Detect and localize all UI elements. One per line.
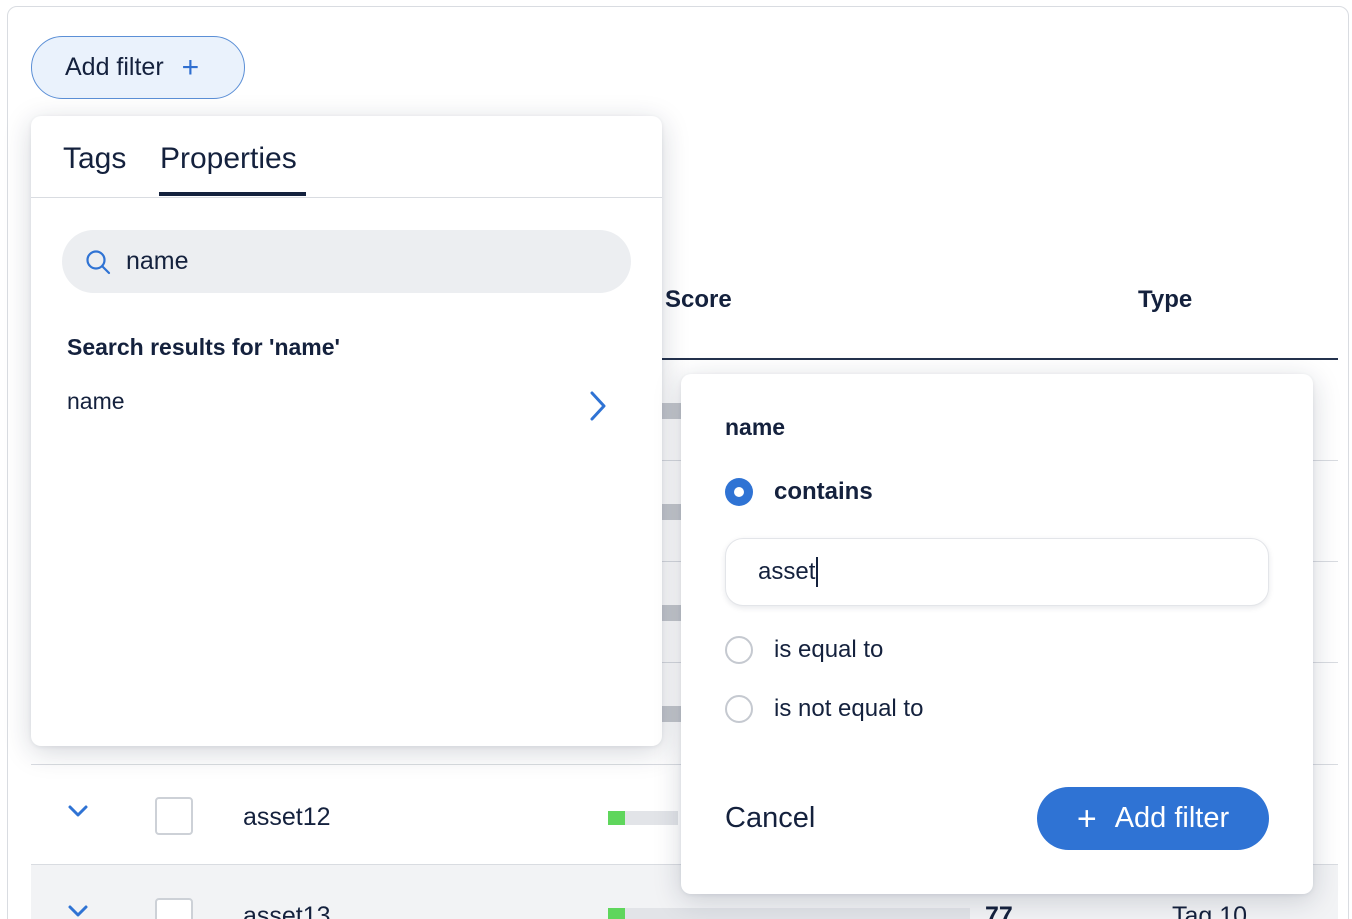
asset-name: asset12 bbox=[243, 803, 331, 831]
search-value: name bbox=[126, 247, 189, 275]
row-checkbox[interactable] bbox=[155, 797, 193, 835]
search-icon bbox=[86, 249, 111, 274]
add-filter-pill-button[interactable]: Add filter + bbox=[31, 36, 245, 99]
chevron-down-icon[interactable] bbox=[67, 800, 89, 822]
add-filter-button[interactable]: + Add filter bbox=[1037, 787, 1269, 850]
filter-value-input[interactable]: asset bbox=[725, 538, 1269, 606]
score-bar bbox=[662, 403, 682, 419]
property-name: name bbox=[725, 414, 786, 440]
active-tab-indicator bbox=[159, 192, 306, 196]
type-value: Tag 10 bbox=[1172, 902, 1248, 919]
option-label: contains bbox=[774, 478, 873, 505]
filter-menu-tabs: Tags Properties bbox=[31, 116, 662, 198]
column-header-score[interactable]: Score bbox=[665, 286, 732, 314]
filter-value-text: asset bbox=[758, 558, 816, 585]
row-checkbox[interactable] bbox=[155, 898, 193, 919]
add-filter-label: Add filter bbox=[65, 53, 164, 81]
text-cursor bbox=[816, 557, 819, 587]
search-result-item[interactable]: name bbox=[31, 378, 662, 428]
score-bar bbox=[662, 605, 682, 621]
option-label: is not equal to bbox=[774, 695, 924, 722]
radio-unselected-icon[interactable] bbox=[725, 636, 753, 664]
chevron-down-icon[interactable] bbox=[67, 900, 89, 919]
radio-selected-icon[interactable] bbox=[725, 478, 753, 506]
option-label: is equal to bbox=[774, 636, 884, 663]
score-bar bbox=[662, 706, 682, 722]
chevron-right-icon[interactable] bbox=[587, 390, 609, 422]
add-filter-button-label: Add filter bbox=[1114, 802, 1230, 834]
score-value: 77 bbox=[985, 902, 1013, 919]
option-contains[interactable]: contains bbox=[725, 478, 873, 506]
property-search-input[interactable]: name bbox=[62, 230, 631, 293]
cancel-button[interactable]: Cancel bbox=[725, 802, 815, 835]
tab-tags[interactable]: Tags bbox=[63, 142, 126, 176]
search-result-label: name bbox=[67, 388, 125, 414]
score-fill bbox=[608, 908, 625, 919]
plus-icon: + bbox=[1076, 799, 1097, 838]
score-bar bbox=[608, 811, 678, 825]
filter-condition-panel: name contains asset is equal to is not e… bbox=[681, 374, 1313, 894]
plus-icon: + bbox=[181, 50, 200, 84]
search-results-heading: Search results for 'name' bbox=[67, 334, 340, 360]
score-bar bbox=[662, 504, 682, 520]
column-header-type[interactable]: Type bbox=[1138, 286, 1192, 314]
option-is-not-equal-to[interactable]: is not equal to bbox=[725, 695, 923, 723]
tab-properties[interactable]: Properties bbox=[160, 142, 297, 176]
score-fill bbox=[608, 811, 625, 825]
score-bar bbox=[608, 908, 970, 919]
option-is-equal-to[interactable]: is equal to bbox=[725, 636, 883, 664]
asset-name: asset13 bbox=[243, 902, 331, 919]
filter-menu-panel: Tags Properties name Search results for … bbox=[31, 116, 662, 746]
radio-unselected-icon[interactable] bbox=[725, 695, 753, 723]
